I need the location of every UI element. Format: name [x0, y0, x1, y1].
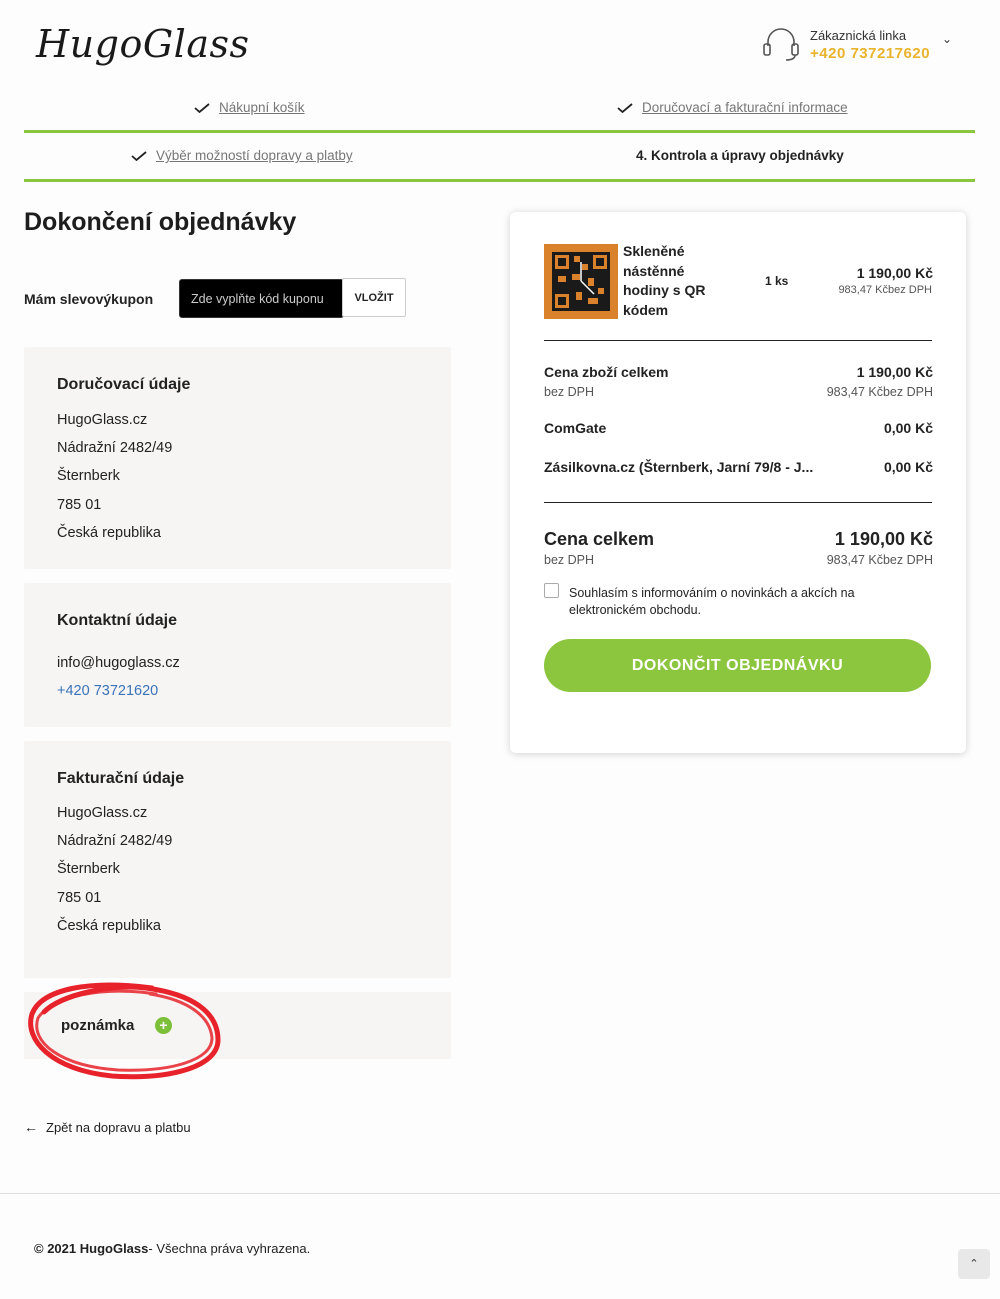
copyright-year: © 2021 — [34, 1241, 77, 1256]
step-shipping-payment[interactable]: Výběr možností dopravy a platby — [131, 148, 353, 163]
product-price: 1 190,00 Kč — [856, 265, 933, 281]
chevron-up-icon: ⌃ — [969, 1258, 979, 1270]
goods-sub-label: bez DPH — [544, 385, 595, 399]
hotline-phone[interactable]: +420 737217620 — [810, 45, 930, 62]
billing-line: 785 01 — [57, 890, 102, 906]
scroll-to-top-button[interactable]: ⌃ — [958, 1249, 990, 1279]
billing-line: HugoGlass.cz — [57, 805, 148, 821]
delivery-line: Šternberk — [57, 468, 120, 484]
footer-divider — [0, 1193, 1000, 1194]
logo[interactable]: HugoGlass — [36, 22, 249, 66]
note-label[interactable]: poznámka — [61, 1017, 134, 1034]
contact-email: info@hugoglass.cz — [57, 655, 180, 671]
product-quantity: 1 ks — [765, 274, 789, 288]
billing-line: Česká republika — [57, 918, 161, 934]
grand-total-value: 1 190,00 Kč — [834, 529, 933, 549]
divider — [544, 340, 932, 341]
goods-sub-value: 983,47 Kčbez DPH — [826, 385, 933, 399]
contact-phone-link[interactable]: +420 73721620 — [57, 683, 158, 699]
customer-hotline[interactable]: Zákaznická linka +420 737217620 ⌄ — [762, 26, 962, 66]
note-toggle[interactable]: poznámka + — [24, 992, 451, 1059]
copyright-brand: HugoGlass — [79, 1241, 149, 1256]
page-title: Dokončení objednávky — [24, 208, 297, 236]
goods-total-value: 1 190,00 Kč — [856, 364, 933, 380]
total-sub-value: 983,47 Kčbez DPH — [826, 553, 933, 567]
total-sub-label: bez DPH — [544, 553, 595, 567]
product-price-no-vat: 983,47 Kčbez DPH — [838, 284, 932, 296]
divider — [544, 502, 932, 503]
shipping-method-price: 0,00 Kč — [883, 459, 933, 475]
product-name[interactable]: Skleněné nástěnné hodiny s QR kódem — [623, 242, 733, 320]
payment-method-label: ComGate — [544, 420, 607, 436]
checkout-steps: Nákupní košík Doručovací a fakturační in… — [24, 86, 975, 182]
step-review: 4. Kontrola a úpravy objednávky — [636, 148, 844, 163]
arrow-left-icon: ← — [24, 1119, 38, 1135]
chevron-down-icon[interactable]: ⌄ — [942, 32, 952, 46]
delivery-panel: Doručovací údaje HugoGlass.cz Nádražní 2… — [24, 347, 451, 569]
copyright-rights: - Všechna práva vyhrazena. — [148, 1241, 311, 1256]
contact-panel: Kontaktní údaje info@hugoglass.cz +420 7… — [24, 583, 451, 727]
hotline-label: Zákaznická linka — [810, 28, 907, 43]
step-label: 4. Kontrola a úpravy objednávky — [636, 148, 844, 163]
coupon-label: Mám slevovýkupon — [24, 291, 154, 307]
shipping-method-label: Zásilkovna.cz (Šternberk, Jarní 79/8 - J… — [544, 459, 814, 475]
apply-coupon-button[interactable]: VLOŽIT — [342, 278, 406, 317]
contact-title: Kontaktní údaje — [57, 612, 178, 629]
product-thumbnail[interactable] — [544, 244, 618, 319]
check-icon — [617, 102, 633, 113]
billing-line: Šternberk — [57, 861, 120, 877]
step-delivery-billing[interactable]: Doručovací a fakturační informace — [617, 100, 848, 115]
billing-panel: Fakturační údaje HugoGlass.cz Nádražní 2… — [24, 741, 451, 978]
order-summary: Skleněné nástěnné hodiny s QR kódem 1 ks… — [510, 212, 966, 753]
delivery-line: 785 01 — [57, 497, 102, 513]
check-icon — [131, 150, 147, 161]
step-label[interactable]: Výběr možností dopravy a platby — [156, 148, 353, 163]
coupon-input[interactable] — [179, 279, 344, 318]
back-link-label[interactable]: Zpět na dopravu a platbu — [46, 1120, 191, 1135]
delivery-line: HugoGlass.cz — [57, 412, 148, 428]
plus-circle-icon[interactable]: + — [155, 1017, 172, 1034]
billing-title: Fakturační údaje — [57, 770, 185, 787]
steps-row-2: Výběr možností dopravy a platby 4. Kontr… — [24, 133, 975, 182]
delivery-line: Česká republika — [57, 525, 161, 541]
payment-method-price: 0,00 Kč — [883, 420, 933, 436]
back-to-shipping-link[interactable]: ← Zpět na dopravu a platbu — [24, 1119, 191, 1135]
grand-total-label: Cena celkem — [544, 529, 655, 549]
newsletter-checkbox[interactable] — [544, 583, 559, 598]
copyright: © 2021 HugoGlass- Všechna práva vyhrazen… — [34, 1241, 310, 1256]
finish-order-button[interactable]: DOKONČIT OBJEDNÁVKU — [544, 639, 931, 692]
billing-line: Nádražní 2482/49 — [57, 833, 173, 849]
newsletter-consent-text[interactable]: Souhlasím s informováním o novinkách a a… — [569, 585, 924, 619]
step-cart[interactable]: Nákupní košík — [194, 100, 305, 115]
step-label[interactable]: Doručovací a fakturační informace — [642, 100, 848, 115]
check-icon — [194, 102, 210, 113]
step-label[interactable]: Nákupní košík — [219, 100, 305, 115]
steps-row-1: Nákupní košík Doručovací a fakturační in… — [24, 86, 975, 133]
headset-icon — [763, 28, 799, 61]
delivery-line: Nádražní 2482/49 — [57, 440, 173, 456]
delivery-title: Doručovací údaje — [57, 376, 191, 393]
goods-total-label: Cena zboží celkem — [544, 364, 669, 380]
